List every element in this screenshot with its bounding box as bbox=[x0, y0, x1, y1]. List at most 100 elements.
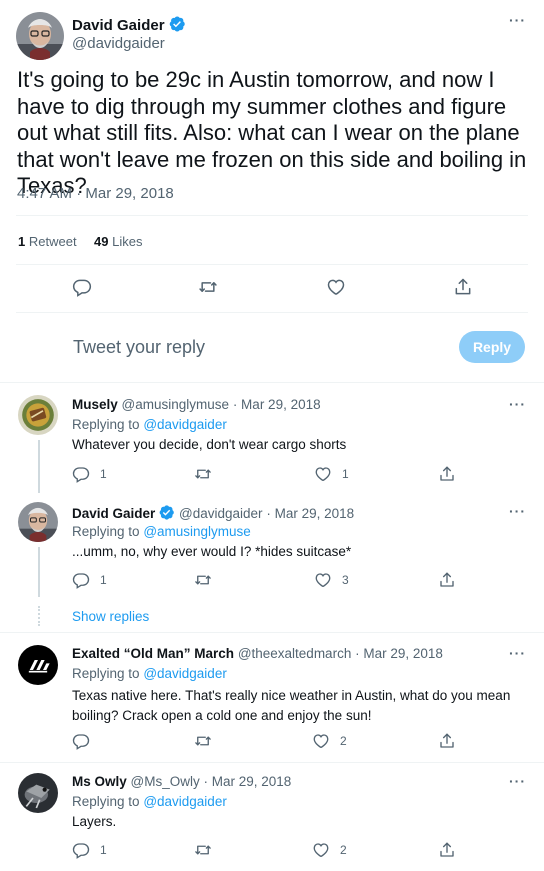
reply-button[interactable] bbox=[72, 732, 90, 750]
like-count: 2 bbox=[340, 734, 347, 748]
reply-avatar[interactable] bbox=[18, 502, 58, 542]
like-count: 3 bbox=[342, 573, 349, 587]
like-count: 49 bbox=[94, 234, 109, 249]
replying-to-label: Replying to bbox=[72, 666, 140, 681]
divider bbox=[0, 762, 544, 763]
like-icon bbox=[312, 732, 330, 750]
reply-author-name[interactable]: Musely bbox=[72, 397, 118, 412]
more-icon[interactable]: ··· bbox=[509, 12, 526, 28]
reply-author-name[interactable]: Ms Owly bbox=[72, 774, 127, 789]
share-icon bbox=[453, 277, 473, 297]
reply-header: Exalted “Old Man” March @theexaltedmarch… bbox=[72, 646, 443, 661]
like-button[interactable]: 1 bbox=[314, 465, 349, 483]
show-replies-link[interactable]: Show replies bbox=[72, 609, 149, 624]
reply-text: Texas native here. That's really nice we… bbox=[72, 686, 510, 726]
retweet-button[interactable] bbox=[194, 841, 212, 859]
retweet-label: Retweet bbox=[28, 234, 77, 249]
replying-to-line: Replying to @amusinglymuse bbox=[72, 524, 251, 539]
like-icon bbox=[312, 841, 330, 859]
reply-author-name[interactable]: David Gaider bbox=[72, 506, 155, 521]
like-count: 2 bbox=[340, 843, 347, 857]
replying-to-link[interactable]: @amusinglymuse bbox=[143, 524, 251, 539]
reply-compose-input[interactable]: Tweet your reply bbox=[73, 337, 205, 358]
author-avatar-image bbox=[16, 12, 64, 60]
retweet-button[interactable] bbox=[198, 277, 218, 297]
share-icon bbox=[438, 571, 456, 589]
reply-button[interactable] bbox=[72, 277, 92, 297]
more-icon[interactable]: ··· bbox=[509, 773, 526, 789]
reply-icon bbox=[72, 841, 90, 859]
reply-submit-button[interactable]: Reply bbox=[459, 331, 525, 363]
share-icon bbox=[438, 465, 456, 483]
reply-date[interactable]: · Mar 29, 2018 bbox=[355, 646, 443, 661]
more-icon[interactable]: ··· bbox=[509, 396, 526, 412]
reply-header: Ms Owly @Ms_Owly · Mar 29, 2018 bbox=[72, 774, 291, 789]
share-button[interactable] bbox=[438, 571, 456, 589]
reply-author-handle[interactable]: @Ms_Owly bbox=[131, 774, 200, 789]
author-handle[interactable]: @davidgaider bbox=[72, 35, 165, 52]
replying-to-link[interactable]: @davidgaider bbox=[143, 666, 227, 681]
reply-date[interactable]: · Mar 29, 2018 bbox=[266, 506, 354, 521]
retweet-icon bbox=[194, 571, 212, 589]
share-button[interactable] bbox=[438, 841, 456, 859]
reply-avatar[interactable] bbox=[18, 645, 58, 685]
reply-date[interactable]: · Mar 29, 2018 bbox=[204, 774, 292, 789]
author-name-row[interactable]: David Gaider bbox=[72, 15, 186, 34]
more-icon[interactable]: ··· bbox=[509, 645, 526, 661]
like-button[interactable]: 3 bbox=[314, 571, 349, 589]
reply-button[interactable]: 1 bbox=[72, 465, 107, 483]
like-icon bbox=[314, 465, 332, 483]
like-button[interactable]: 2 bbox=[312, 732, 347, 750]
share-button[interactable] bbox=[438, 732, 456, 750]
like-count: 1 bbox=[342, 467, 349, 481]
author-avatar[interactable] bbox=[16, 12, 64, 60]
reply-avatar-image bbox=[18, 773, 58, 813]
author-name[interactable]: David Gaider bbox=[72, 17, 165, 34]
like-stat[interactable]: 49 Likes bbox=[94, 234, 142, 249]
reply-author-name[interactable]: Exalted “Old Man” March bbox=[72, 646, 234, 661]
reply-icon bbox=[72, 277, 92, 297]
reply-author-handle[interactable]: @theexaltedmarch bbox=[238, 646, 352, 661]
replying-to-link[interactable]: @davidgaider bbox=[143, 417, 227, 432]
reply-author-handle[interactable]: @davidgaider bbox=[179, 506, 263, 521]
replying-to-line: Replying to @davidgaider bbox=[72, 666, 227, 681]
like-button[interactable] bbox=[326, 277, 346, 297]
reply-text: Whatever you decide, don't wear cargo sh… bbox=[72, 437, 347, 452]
share-button[interactable] bbox=[438, 465, 456, 483]
divider bbox=[0, 632, 544, 633]
reply-button[interactable]: 1 bbox=[72, 841, 107, 859]
reply-header: David Gaider @davidgaider · Mar 29, 2018 bbox=[72, 504, 354, 521]
retweet-button[interactable] bbox=[194, 571, 212, 589]
like-icon bbox=[314, 571, 332, 589]
share-button[interactable] bbox=[453, 277, 473, 297]
divider bbox=[16, 264, 528, 265]
share-icon bbox=[438, 732, 456, 750]
divider bbox=[16, 312, 528, 313]
retweet-count: 1 bbox=[18, 234, 26, 249]
replying-to-line: Replying to @davidgaider bbox=[72, 417, 227, 432]
reply-avatar-image bbox=[18, 645, 58, 685]
reply-count: 1 bbox=[100, 573, 107, 587]
retweet-button[interactable] bbox=[194, 465, 212, 483]
reply-actions: 2 bbox=[0, 732, 544, 752]
reply-author-handle[interactable]: @amusinglymuse bbox=[122, 397, 230, 412]
reply-icon bbox=[72, 732, 90, 750]
retweet-stat[interactable]: 1 Retweet bbox=[18, 234, 77, 249]
reply-header: Musely @amusinglymuse · Mar 29, 2018 bbox=[72, 397, 321, 412]
tweet-timestamp[interactable]: 4:47 AM · Mar 29, 2018 bbox=[17, 185, 174, 202]
like-button[interactable]: 2 bbox=[312, 841, 347, 859]
reply-avatar-image bbox=[18, 502, 58, 542]
retweet-icon bbox=[194, 732, 212, 750]
main-tweet-actions bbox=[0, 277, 544, 297]
reply-avatar-image bbox=[18, 395, 58, 435]
more-icon[interactable]: ··· bbox=[509, 503, 526, 519]
reply-avatar[interactable] bbox=[18, 773, 58, 813]
reply-button[interactable]: 1 bbox=[72, 571, 107, 589]
reply-date[interactable]: · Mar 29, 2018 bbox=[233, 397, 321, 412]
reply-icon bbox=[72, 571, 90, 589]
replying-to-link[interactable]: @davidgaider bbox=[143, 794, 227, 809]
reply-avatar[interactable] bbox=[18, 395, 58, 435]
like-icon bbox=[326, 277, 346, 297]
retweet-button[interactable] bbox=[194, 732, 212, 750]
reply-count: 1 bbox=[100, 467, 107, 481]
